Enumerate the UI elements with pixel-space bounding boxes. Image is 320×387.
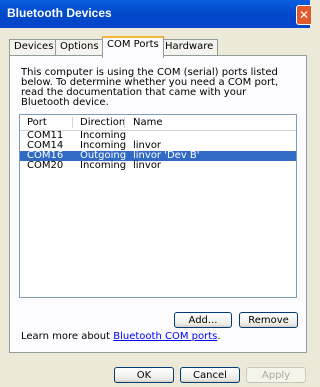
window-title: Bluetooth Devices: [7, 6, 112, 20]
direction-cell: Incoming: [80, 160, 127, 171]
title-bar[interactable]: Bluetooth Devices ✕: [0, 0, 311, 28]
column-header-direction[interactable]: Direction: [80, 117, 125, 128]
tab-com-ports[interactable]: COM Ports: [102, 36, 164, 58]
ok-button[interactable]: OK: [114, 367, 174, 383]
column-header-port[interactable]: Port: [27, 117, 47, 128]
port-cell: COM20: [27, 160, 64, 171]
column-header-name[interactable]: Name: [133, 117, 163, 128]
com-ports-list[interactable]: Port Direction Name COM11 Incoming COM14…: [19, 114, 297, 298]
tab-hardware[interactable]: Hardware: [160, 39, 219, 56]
tab-options[interactable]: Options: [55, 39, 104, 56]
remove-button[interactable]: Remove: [239, 312, 298, 328]
tab-devices[interactable]: Devices: [9, 39, 59, 56]
column-divider[interactable]: [72, 117, 73, 128]
name-cell: linvor: [133, 160, 162, 171]
close-icon: ✕: [298, 8, 310, 22]
description-text: This computer is using the COM (serial) …: [21, 67, 279, 108]
learn-more-text: Learn more about Bluetooth COM ports.: [21, 331, 221, 342]
bluetooth-devices-window: Bluetooth Devices ✕ Devices Options COM …: [0, 0, 311, 387]
add-button[interactable]: Add...: [174, 312, 232, 328]
list-row-com20[interactable]: COM20 Incoming linvor: [20, 161, 296, 171]
learn-more-prefix: Learn more about: [21, 331, 114, 342]
close-button[interactable]: ✕: [296, 5, 311, 25]
column-divider[interactable]: [124, 117, 125, 128]
apply-button[interactable]: Apply: [246, 367, 306, 383]
cancel-button[interactable]: Cancel: [180, 367, 240, 383]
com-ports-panel: This computer is using the COM (serial) …: [9, 55, 307, 353]
list-header: Port Direction Name: [20, 115, 296, 131]
bluetooth-com-ports-link[interactable]: Bluetooth COM ports: [113, 331, 217, 342]
learn-more-suffix: .: [217, 331, 221, 342]
